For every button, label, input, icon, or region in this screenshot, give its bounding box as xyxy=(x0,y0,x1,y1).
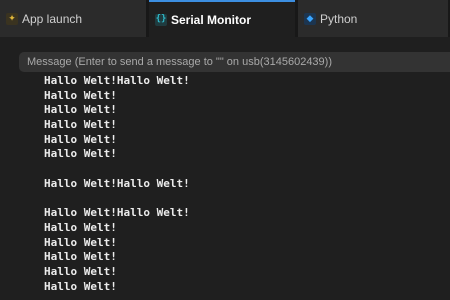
tab-label: Serial Monitor xyxy=(171,12,252,27)
output-line: Hallo Welt!Hallo Welt! xyxy=(44,176,190,190)
output-line: Hallo Welt!Hallo Welt! xyxy=(44,74,190,87)
serial-monitor-window: ✦ App launch {} Serial Monitor ◆ Python … xyxy=(0,0,450,300)
output-line: Hallo Welt! xyxy=(44,220,117,234)
tab-app-launch[interactable]: ✦ App launch xyxy=(0,0,146,37)
output-line: Hallo Welt! xyxy=(44,118,117,132)
output-line: Hallo Welt! xyxy=(44,264,117,278)
serial-monitor-icon: {} xyxy=(155,13,167,26)
tab-bar: ✦ App launch {} Serial Monitor ◆ Python xyxy=(0,0,450,37)
message-input-container xyxy=(19,52,450,72)
output-line: Hallo Welt! xyxy=(44,88,117,102)
output-line: Hallo Welt! xyxy=(44,103,117,117)
tab-label: Python xyxy=(320,11,358,26)
tab-serial-monitor[interactable]: {} Serial Monitor xyxy=(149,0,295,37)
app-launch-icon: ✦ xyxy=(6,12,18,25)
output-line: Hallo Welt! xyxy=(44,235,117,249)
output-line: Hallo Welt! xyxy=(44,250,117,264)
tab-label: App launch xyxy=(22,11,83,26)
output-line: Hallo Welt! xyxy=(44,132,117,146)
tab-python[interactable]: ◆ Python xyxy=(298,0,448,37)
python-icon: ◆ xyxy=(304,12,316,25)
output-line: Hallo Welt! xyxy=(44,279,117,293)
output-line: Hallo Welt!Hallo Welt! xyxy=(44,206,190,220)
serial-output: Hallo Welt!Hallo Welt! Hallo Welt! Hallo W… xyxy=(44,74,444,300)
message-input[interactable] xyxy=(27,52,450,72)
output-line: Hallo Welt! xyxy=(44,147,117,161)
